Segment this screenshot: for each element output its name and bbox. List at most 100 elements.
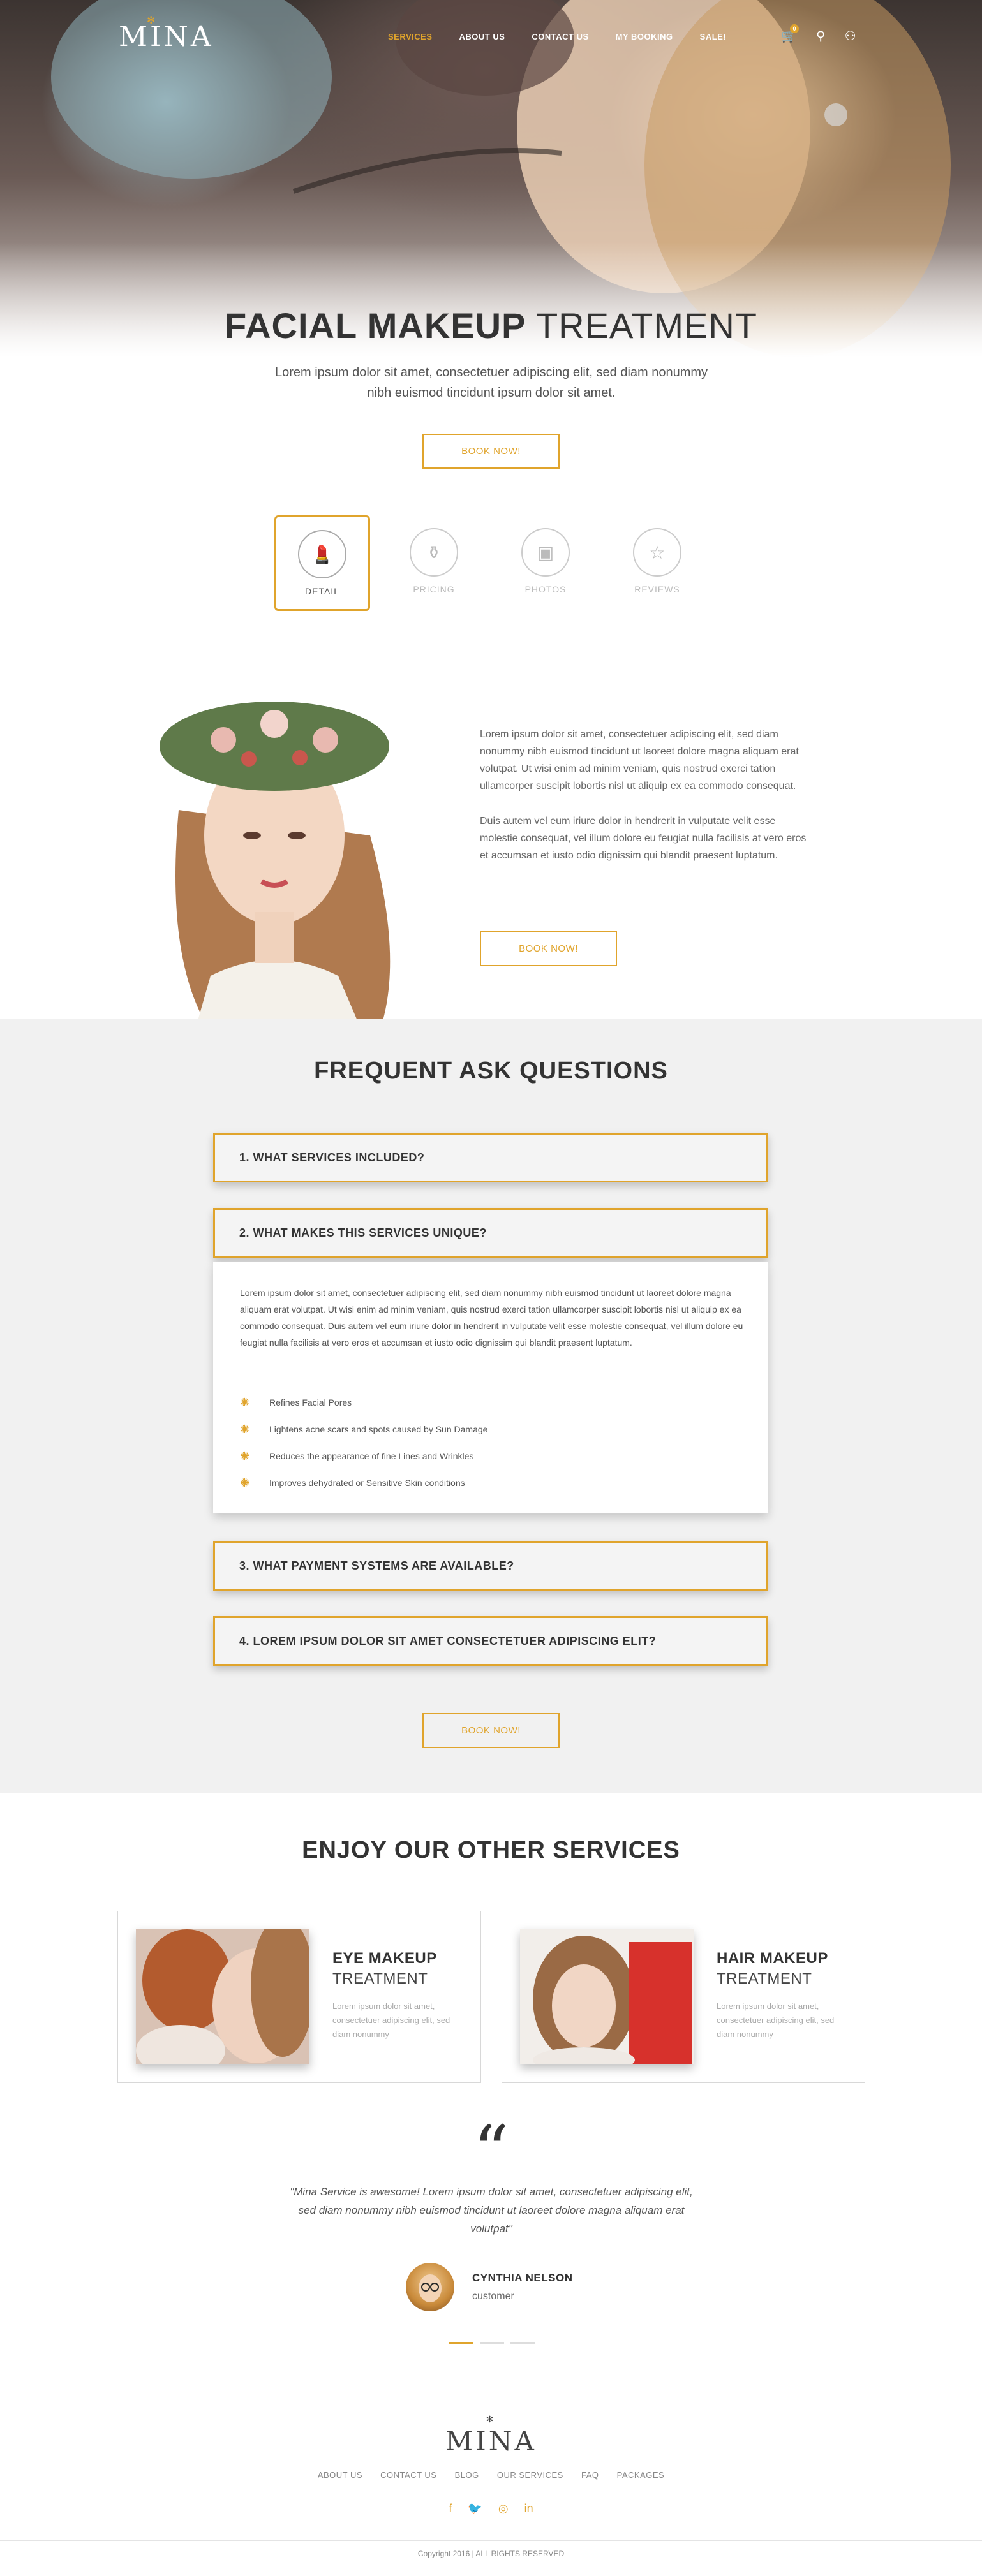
nav-item-services[interactable]: SERVICES [388, 32, 433, 41]
faq-question-1[interactable]: 1. WHAT SERVICES INCLUDED? [213, 1133, 768, 1182]
footer: ✻ MINA ABOUT US CONTACT US BLOG OUR SERV… [0, 2392, 982, 2575]
quote-icon: “ [473, 2110, 509, 2192]
detail-paragraph: Lorem ipsum dolor sit amet, consectetuer… [480, 729, 799, 791]
service-card-eye-makeup[interactable]: EYE MAKEUP TREATMENT Lorem ipsum dolor s… [117, 1911, 481, 2083]
bottle-icon: ⚱ [410, 528, 458, 577]
hero-title: FACIAL MAKEUP TREATMENT [0, 305, 982, 346]
other-services-title: ENJOY OUR OTHER SERVICES [0, 1837, 982, 1864]
card-description: Lorem ipsum dolor sit amet, consectetuer… [332, 2001, 450, 2039]
list-item-text: Refines Facial Pores [269, 1397, 352, 1408]
footer-link-about-us[interactable]: ABOUT US [318, 2470, 362, 2480]
cart-icon[interactable]: 🛒 0 [781, 24, 799, 44]
eye-makeup-image [136, 1929, 309, 2064]
sun-icon: ✺ [240, 1395, 250, 1409]
list-item: ✺ Reduces the appearance of fine Lines an… [240, 1443, 487, 1469]
testimonial-text: "Mina Service is awesome! Lorem ipsum do… [290, 2186, 693, 2235]
faq-question-text: 3. WHAT PAYMENT SYSTEMS ARE AVAILABLE? [239, 1559, 514, 1572]
linkedin-icon[interactable]: in [524, 2502, 533, 2515]
faq-question-3[interactable]: 3. WHAT PAYMENT SYSTEMS ARE AVAILABLE? [213, 1541, 768, 1591]
list-item: ✺ Lightens acne scars and spots caused by… [240, 1416, 487, 1443]
hero-title-light: TREATMENT [535, 305, 758, 346]
detail-paragraph: Duis autem vel eum iriure dolor in hendr… [480, 816, 807, 861]
star-icon: ☆ [633, 528, 681, 577]
testimonial-name: CYNTHIA NELSON [472, 2272, 573, 2284]
faq-book-now-button[interactable]: BOOK NOW! [422, 1713, 560, 1748]
logo-star-icon: ✻ [147, 14, 158, 26]
hero-title-bold: FACIAL MAKEUP [224, 305, 526, 346]
search-icon[interactable]: ⚲ [816, 28, 826, 44]
logo-star-icon: ✻ [486, 2415, 496, 2425]
nav-icons: 🛒 0 ⚲ ⚇ [781, 24, 856, 44]
card-description: Lorem ipsum dolor sit amet, consectetuer… [717, 2001, 835, 2039]
list-item: ✺ Improves dehydrated or Sensitive Skin c… [240, 1469, 487, 1496]
footer-links: ABOUT US CONTACT US BLOG OUR SERVICES FA… [0, 2470, 982, 2480]
faq-question-text: 1. WHAT SERVICES INCLUDED? [239, 1151, 425, 1164]
footer-link-our-services[interactable]: OUR SERVICES [497, 2470, 563, 2480]
tab-detail-label: DETAIL [305, 586, 339, 596]
main-menu: SERVICES ABOUT US CONTACT US MY BOOKING … [388, 32, 753, 41]
cart-badge: 0 [790, 24, 799, 33]
footer-link-blog[interactable]: BLOG [455, 2470, 479, 2480]
other-services-title-bold: ENJOY OUR [302, 1837, 450, 1864]
list-item-text: Improves dehydrated or Sensitive Skin co… [269, 1478, 465, 1488]
twitter-icon[interactable]: 🐦 [468, 2502, 482, 2515]
avatar [406, 2263, 454, 2311]
footer-logo[interactable]: ✻ MINA [0, 2415, 982, 2457]
hero-book-now-button[interactable]: BOOK NOW! [422, 434, 560, 469]
faq-title-bold: FREQUENT ASK [314, 1057, 512, 1084]
faq-question-text: 4. LOREM IPSUM DOLOR SIT AMET CONSECTETU… [239, 1635, 657, 1647]
sun-icon: ✺ [240, 1476, 250, 1489]
instagram-icon[interactable]: ◎ [498, 2502, 509, 2515]
top-navigation: ✻ MINA SERVICES ABOUT US CONTACT US MY B… [0, 0, 982, 75]
hair-makeup-image [520, 1929, 694, 2064]
nav-item-my-booking[interactable]: MY BOOKING [616, 32, 673, 41]
logo-text: MINA [119, 20, 214, 53]
copyright: Copyright 2016 | ALL RIGHTS RESERVED [0, 2540, 982, 2576]
footer-link-contact-us[interactable]: CONTACT US [380, 2470, 436, 2480]
logo[interactable]: ✻ MINA [119, 14, 214, 53]
card-title: EYE MAKEUP [332, 1950, 437, 1967]
carousel-dot[interactable] [510, 2342, 535, 2344]
nav-item-about-us[interactable]: ABOUT US [459, 32, 505, 41]
card-title: HAIR MAKEUP [717, 1950, 828, 1967]
carousel-dot-active[interactable] [449, 2342, 473, 2344]
list-item-text: Lightens acne scars and spots caused by … [269, 1424, 488, 1434]
tab-pricing-label: PRICING [413, 584, 455, 594]
carousel-dot[interactable] [480, 2342, 504, 2344]
detail-book-now-button[interactable]: BOOK NOW! [480, 931, 617, 966]
tab-photos[interactable]: ▣ PHOTOS [498, 515, 593, 611]
footer-link-packages[interactable]: PACKAGES [617, 2470, 665, 2480]
model-portrait-image [160, 702, 391, 1020]
service-card-hair-makeup[interactable]: HAIR MAKEUP TREATMENT Lorem ipsum dolor … [502, 1911, 865, 2083]
faq-answer-text: Lorem ipsum dolor sit amet, consectetuer… [240, 1288, 743, 1348]
tab-reviews[interactable]: ☆ REVIEWS [609, 515, 705, 611]
faq-title-light: QUESTIONS [519, 1057, 668, 1084]
sun-icon: ✺ [240, 1449, 250, 1462]
list-item: ✺ Refines Facial Pores [240, 1389, 487, 1416]
tab-pricing[interactable]: ⚱ PRICING [386, 515, 482, 611]
card-subtitle: TREATMENT [332, 1970, 428, 1987]
tab-reviews-label: REVIEWS [634, 584, 680, 594]
faq-question-4[interactable]: 4. LOREM IPSUM DOLOR SIT AMET CONSECTETU… [213, 1616, 768, 1666]
testimonial-role: customer [472, 2291, 514, 2302]
faq-benefit-list: ✺ Refines Facial Pores ✺ Lightens acne sca… [240, 1389, 487, 1496]
footer-link-faq[interactable]: FAQ [581, 2470, 599, 2480]
faq-question-2[interactable]: 2. WHAT MAKES THIS SERVICES UNIQUE? [213, 1208, 768, 1258]
nav-item-sale[interactable]: SALE! [700, 32, 727, 41]
carousel-dots [449, 2342, 535, 2344]
faq-title: FREQUENT ASK QUESTIONS [0, 1057, 982, 1085]
photos-icon: ▣ [521, 528, 570, 577]
user-icon[interactable]: ⚇ [845, 28, 856, 44]
tab-photos-label: PHOTOS [524, 584, 567, 594]
social-links: f 🐦 ◎ in [0, 2502, 982, 2515]
faq-answer-panel: Lorem ipsum dolor sit amet, consectetuer… [213, 1262, 768, 1513]
tab-detail[interactable]: 💄 DETAIL [274, 515, 370, 611]
card-subtitle: TREATMENT [717, 1970, 812, 1987]
faq-question-text: 2. WHAT MAKES THIS SERVICES UNIQUE? [239, 1226, 487, 1239]
facebook-icon[interactable]: f [449, 2502, 452, 2515]
sun-icon: ✺ [240, 1422, 250, 1436]
nav-item-contact-us[interactable]: CONTACT US [532, 32, 588, 41]
other-services-title-light: OTHER SERVICES [457, 1837, 680, 1864]
avatar-image [419, 2274, 442, 2302]
hero-subtitle: Lorem ipsum dolor sit amet, consectetuer… [274, 365, 708, 400]
